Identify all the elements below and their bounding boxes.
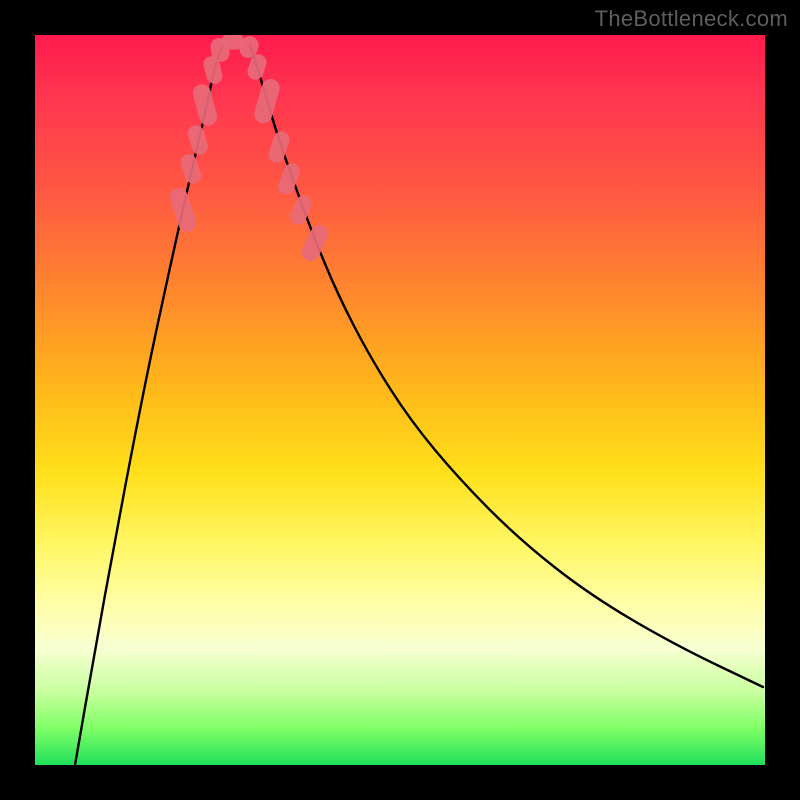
plot-area [35,35,765,765]
marker-point [266,129,291,164]
watermark-text: TheBottleneck.com [595,6,788,32]
curve-layer [35,35,765,765]
marker-point [299,222,332,264]
marker-point [191,82,219,127]
marker-group [167,35,331,264]
marker-point [252,77,282,125]
marker-point [186,123,210,156]
marker-point [179,152,203,185]
curve-lines [75,45,763,765]
marker-point [288,193,314,227]
chart-frame: TheBottleneck.com [0,0,800,800]
marker-point [167,186,198,234]
curve-right-branch [250,45,763,687]
